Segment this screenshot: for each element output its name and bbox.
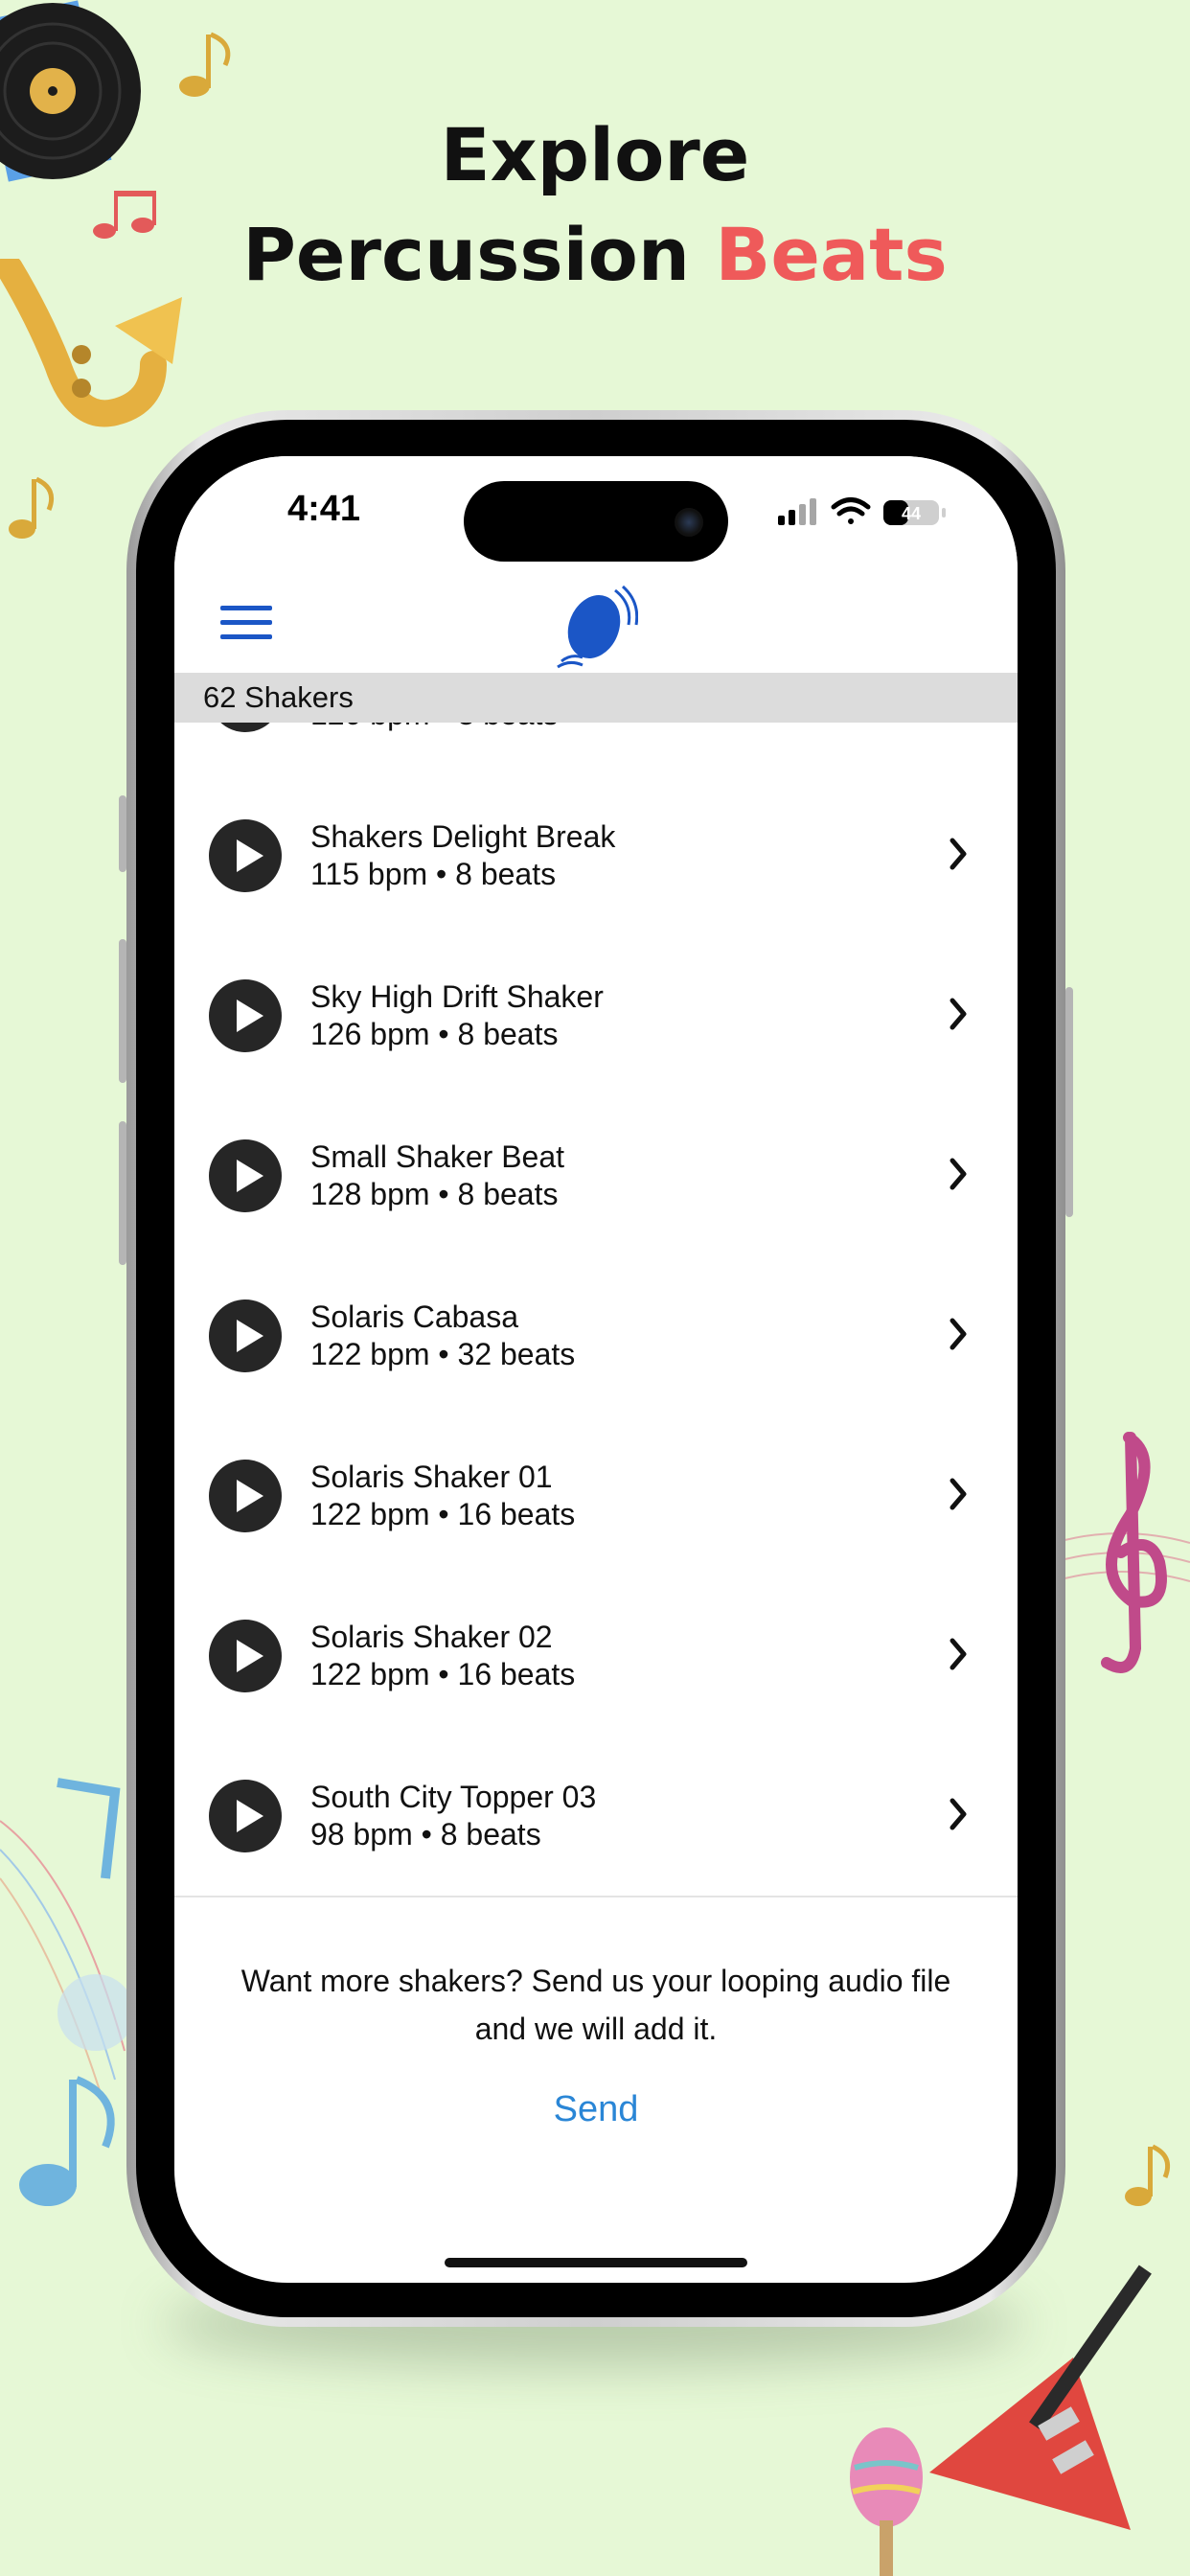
side-button — [119, 795, 126, 872]
cellular-signal-icon — [778, 498, 816, 525]
status-icons: 44 — [778, 497, 946, 525]
chevron-right-icon — [950, 1798, 967, 1830]
chevron-right-icon — [950, 1478, 967, 1510]
app-screen: 120 bpm • 8 beatsShakers Delight Break11… — [174, 456, 1018, 2283]
item-subtitle: 98 bpm • 8 beats — [310, 1817, 541, 1852]
section-header: 62 Shakers — [174, 673, 1018, 723]
chevron-right-icon — [950, 1638, 967, 1670]
item-title: Shakers Delight Break — [310, 819, 616, 854]
music-note-icon — [9, 476, 55, 539]
list-item[interactable]: Solaris Shaker 02 122 bpm • 16 beats — [174, 1576, 1018, 1737]
item-subtitle: 128 bpm • 8 beats — [310, 1177, 559, 1211]
dynamic-island — [464, 481, 728, 562]
home-indicator[interactable] — [445, 2258, 747, 2267]
list-item[interactable]: Solaris Shaker 01 122 bpm • 16 beats — [174, 1415, 1018, 1577]
request-more-message: Want more shakers? Send us your looping … — [240, 1964, 951, 2046]
headline-accent: Beats — [715, 212, 948, 297]
item-title: Solaris Shaker 01 — [310, 1460, 553, 1494]
status-bar: 4:41 44 — [174, 456, 1018, 571]
headline-text: Percussion — [242, 212, 716, 297]
wifi-icon — [831, 497, 871, 524]
list-item[interactable]: Small Shaker Beat 128 bpm • 8 beats — [174, 1095, 1018, 1257]
battery-icon: 44 — [883, 500, 946, 525]
play-icon[interactable] — [209, 1620, 282, 1692]
send-link[interactable]: Send — [174, 2089, 1018, 2130]
chevron-right-icon — [950, 1158, 967, 1190]
chevron-right-icon — [950, 998, 967, 1030]
vinyl-record-icon — [0, 0, 141, 182]
item-title: Solaris Cabasa — [310, 1300, 518, 1334]
music-note-icon — [1125, 2144, 1171, 2206]
list-item[interactable]: South City Topper 03 98 bpm • 8 beats — [174, 1736, 1018, 1898]
treble-clef-icon — [1054, 1432, 1190, 1673]
list-item[interactable]: Solaris Cabasa 122 bpm • 32 beats — [174, 1255, 1018, 1417]
item-title: South City Topper 03 — [310, 1780, 597, 1814]
headline-line-1: Explore — [440, 112, 750, 197]
battery-level: 44 — [902, 504, 921, 523]
item-subtitle: 122 bpm • 16 beats — [310, 1657, 576, 1691]
play-icon[interactable] — [209, 1460, 282, 1532]
play-icon[interactable] — [209, 979, 282, 1052]
music-staff-icon — [0, 1778, 134, 2206]
section-count-label: 62 Shakers — [203, 680, 354, 714]
item-subtitle: 115 bpm • 8 beats — [310, 857, 557, 891]
maraca-icon — [850, 2427, 923, 2576]
item-title: Solaris Shaker 02 — [310, 1620, 553, 1654]
item-subtitle: 122 bpm • 32 beats — [310, 1337, 576, 1371]
play-icon[interactable] — [209, 1300, 282, 1372]
camera-icon — [675, 508, 703, 537]
item-title: Sky High Drift Shaker — [310, 979, 604, 1014]
list-item[interactable]: Shakers Delight Break 115 bpm • 8 beats — [174, 775, 1018, 937]
chevron-right-icon — [950, 838, 967, 870]
hamburger-menu-icon[interactable] — [220, 604, 272, 642]
item-subtitle: 126 bpm • 8 beats — [310, 1017, 559, 1051]
item-title: Small Shaker Beat — [310, 1139, 565, 1174]
status-time: 4:41 — [287, 489, 361, 529]
side-button — [119, 939, 126, 1083]
shaker-logo-icon — [557, 585, 638, 669]
app-header — [174, 571, 1018, 673]
chevron-right-icon — [950, 1318, 967, 1350]
item-subtitle: 122 bpm • 16 beats — [310, 1497, 576, 1531]
play-icon[interactable] — [209, 819, 282, 892]
list-item[interactable]: Sky High Drift Shaker 126 bpm • 8 beats — [174, 935, 1018, 1097]
saxophone-icon — [0, 259, 182, 427]
play-icon[interactable] — [209, 1780, 282, 1852]
music-note-icon — [179, 32, 231, 97]
music-note-icon — [93, 191, 156, 239]
side-button — [1065, 987, 1073, 1217]
play-icon[interactable] — [209, 1139, 282, 1212]
side-button — [119, 1121, 126, 1265]
